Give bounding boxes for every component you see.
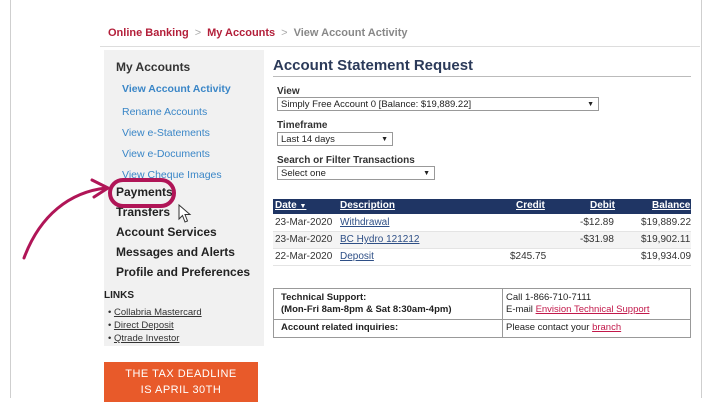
sort-down-icon: ▼ bbox=[299, 203, 307, 210]
tax-deadline-banner[interactable]: THE TAX DEADLINE IS APRIL 30TH bbox=[104, 362, 258, 402]
cell-balance: $19,902.11 bbox=[641, 234, 691, 245]
breadcrumb-separator: > bbox=[194, 27, 202, 39]
support-divider-horizontal bbox=[274, 319, 690, 320]
sidebar-item-profile-and-preferences[interactable]: Profile and Preferences bbox=[116, 265, 250, 279]
support-phone: Call 1-866-710-7111 bbox=[506, 292, 592, 303]
cell-description-link[interactable]: BC Hydro 121212 bbox=[340, 234, 420, 245]
link-direct-deposit[interactable]: • Direct Deposit bbox=[108, 320, 174, 331]
header-divider bbox=[100, 46, 700, 47]
sidebar-item-rename-accounts[interactable]: Rename Accounts bbox=[122, 106, 207, 118]
sidebar-item-account-services[interactable]: Account Services bbox=[116, 225, 217, 239]
timeframe-select[interactable]: Last 14 days ▼ bbox=[277, 132, 393, 146]
tech-support-label: Technical Support: bbox=[281, 292, 367, 303]
filter-label: Search or Filter Transactions bbox=[277, 155, 415, 166]
chevron-down-icon: ▼ bbox=[423, 170, 430, 177]
account-select-value: Simply Free Account 0 [Balance: $19,889.… bbox=[281, 99, 472, 110]
sidebar-title[interactable]: My Accounts bbox=[116, 60, 190, 74]
support-divider-vertical bbox=[502, 289, 503, 337]
breadcrumb-home[interactable]: Online Banking bbox=[108, 27, 189, 39]
view-label: View bbox=[277, 86, 300, 97]
cell-description-link[interactable]: Deposit bbox=[340, 251, 374, 262]
breadcrumb-current: View Account Activity bbox=[293, 27, 408, 39]
transactions-table-header bbox=[273, 199, 691, 214]
table-row bbox=[273, 215, 691, 232]
cell-debit: -$31.98 bbox=[580, 234, 614, 245]
timeframe-select-value: Last 14 days bbox=[281, 134, 335, 145]
sidebar-item-view-estatements[interactable]: View e-Statements bbox=[122, 127, 210, 139]
sidebar-item-view-account-activity[interactable]: View Account Activity bbox=[122, 83, 231, 95]
cell-description-link[interactable]: Withdrawal bbox=[340, 217, 389, 228]
account-select[interactable]: Simply Free Account 0 [Balance: $19,889.… bbox=[277, 97, 599, 111]
payments-highlight-circle bbox=[108, 178, 176, 208]
tech-support-hours: (Mon-Fri 8am-8pm & Sat 8:30am-4pm) bbox=[281, 304, 452, 315]
sidebar-item-messages-and-alerts[interactable]: Messages and Alerts bbox=[116, 245, 235, 259]
page-title: Account Statement Request bbox=[273, 57, 474, 74]
table-row bbox=[273, 249, 691, 266]
link-collabria-mastercard[interactable]: • Collabria Mastercard bbox=[108, 307, 202, 318]
timeframe-label: Timeframe bbox=[277, 120, 328, 131]
banner-line-2: IS APRIL 30TH bbox=[140, 384, 222, 396]
envision-support-link[interactable]: Envision Technical Support bbox=[536, 304, 650, 315]
links-heading: LINKS bbox=[104, 290, 134, 301]
link-qtrade-investor[interactable]: • Qtrade Investor bbox=[108, 333, 179, 344]
table-row bbox=[273, 232, 691, 249]
column-header-debit[interactable]: Debit bbox=[590, 200, 615, 211]
breadcrumb-my-accounts[interactable]: My Accounts bbox=[207, 27, 275, 39]
column-header-balance[interactable]: Balance bbox=[652, 200, 690, 211]
banner-line-1: THE TAX DEADLINE bbox=[125, 368, 237, 380]
cell-balance: $19,889.22 bbox=[641, 217, 692, 228]
cell-debit: -$12.89 bbox=[580, 217, 614, 228]
branch-contact: Please contact your branch bbox=[506, 322, 622, 333]
cell-balance: $19,934.09 bbox=[641, 251, 692, 262]
inquiries-label: Account related inquiries: bbox=[281, 322, 399, 333]
sidebar-item-view-edocuments[interactable]: View e-Documents bbox=[122, 148, 210, 160]
cell-date: 23-Mar-2020 bbox=[275, 234, 333, 245]
support-email: E-mail Envision Technical Support bbox=[506, 304, 650, 315]
chevron-down-icon: ▼ bbox=[381, 136, 388, 143]
cell-credit: $245.75 bbox=[510, 251, 547, 262]
column-header-description[interactable]: Description bbox=[340, 200, 395, 211]
breadcrumb-separator: > bbox=[281, 27, 288, 39]
mouse-pointer-icon bbox=[178, 204, 192, 223]
column-header-credit[interactable]: Credit bbox=[516, 200, 545, 211]
breadcrumb: Online Banking > My Accounts > View Account … bbox=[108, 27, 408, 39]
cell-date: 23-Mar-2020 bbox=[275, 217, 333, 228]
title-divider bbox=[273, 76, 691, 77]
filter-select-value: Select one bbox=[281, 168, 326, 179]
cell-date: 22-Mar-2020 bbox=[275, 251, 333, 262]
column-header-date[interactable]: Date ▼ bbox=[275, 200, 306, 211]
filter-select[interactable]: Select one ▼ bbox=[277, 166, 435, 180]
branch-link[interactable]: branch bbox=[592, 322, 621, 333]
chevron-down-icon: ▼ bbox=[587, 101, 594, 108]
